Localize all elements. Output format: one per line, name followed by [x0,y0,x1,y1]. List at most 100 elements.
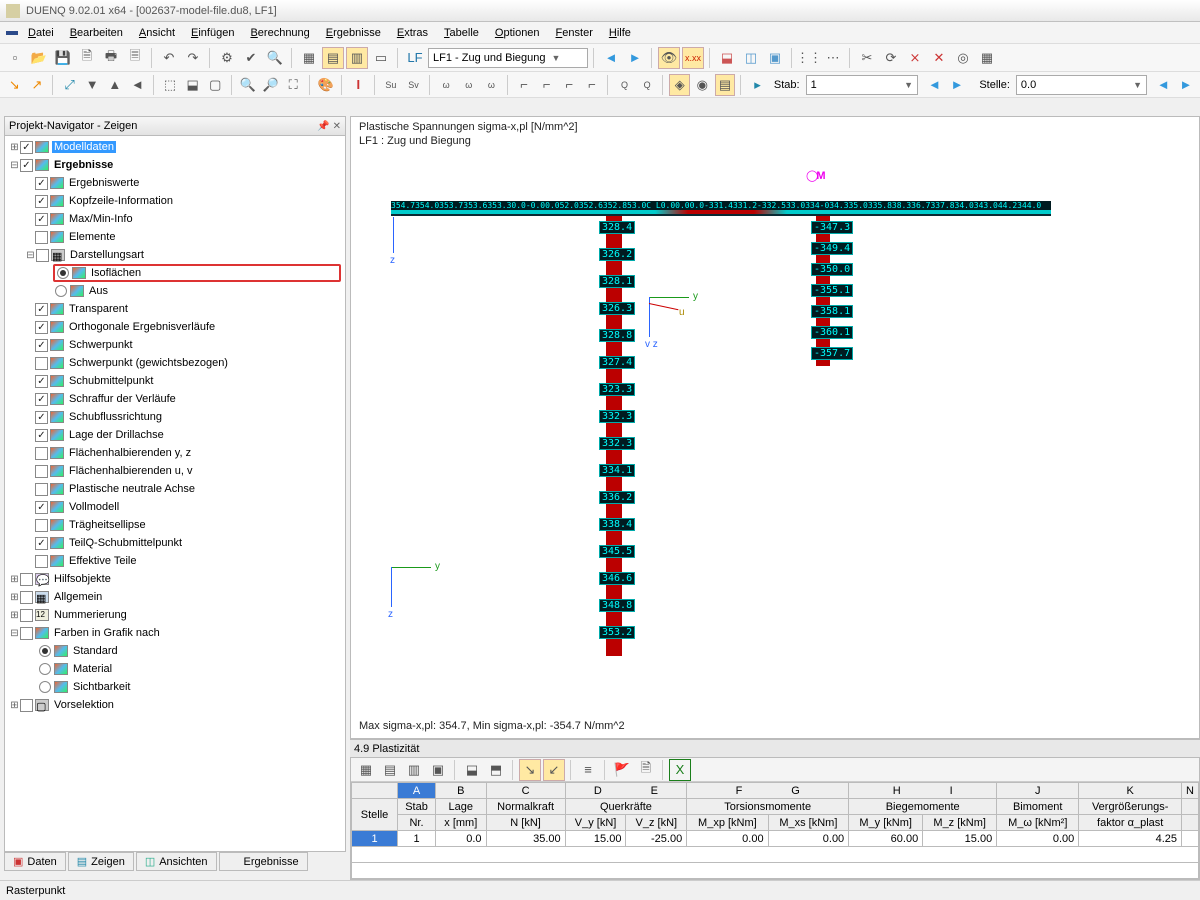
tree-allgemein[interactable]: ⊞ ▦ Allgemein [5,588,345,606]
tree-item[interactable]: TeilQ-Schubmittelpunkt [5,534,345,552]
tree-farben-opt[interactable]: Sichtbarkeit [5,678,345,696]
menu-bearbeiten[interactable]: Bearbeiten [64,25,129,41]
tree-item[interactable]: Transparent [5,300,345,318]
panel-icon[interactable]: ▭ [370,47,392,69]
new-icon[interactable]: ▫ [4,47,26,69]
section-icon[interactable]: I [348,74,369,96]
tree-item[interactable]: Plastische neutrale Achse [5,480,345,498]
menu-fenster[interactable]: Fenster [550,25,599,41]
tree-item[interactable]: Isoflächen [53,264,341,282]
ftab-zeigen[interactable]: ▤Zeigen [68,852,134,871]
tree-item[interactable]: Flächenhalbierenden u, v [5,462,345,480]
menu-ergebnisse[interactable]: Ergebnisse [320,25,387,41]
tree-item[interactable]: Orthogonale Ergebnisverläufe [5,318,345,336]
v3-icon[interactable]: ⤢ [59,74,80,96]
tool-e-icon[interactable]: ◎ [952,47,974,69]
tool-b-icon[interactable]: ⟳ [880,47,902,69]
tt6-icon[interactable]: ⬒ [485,759,507,781]
grid2-icon[interactable]: ⋯ [822,47,844,69]
menu-datei[interactable]: Datei [22,25,60,41]
tree-farben-opt[interactable]: Standard [5,642,345,660]
lf-icon[interactable]: LF [404,47,426,69]
tt4-icon[interactable]: ▣ [427,759,449,781]
opt2-icon[interactable]: ◉ [692,74,713,96]
tree-item[interactable]: Effektive Teile [5,552,345,570]
q1-icon[interactable]: Q [614,74,635,96]
tt8-icon[interactable]: ↙ [543,759,565,781]
tt5-icon[interactable]: ⬓ [461,759,483,781]
w3-icon[interactable]: ω [481,74,502,96]
tt7-icon[interactable]: ↘ [519,759,541,781]
grid1-icon[interactable]: ⋮⋮ [798,47,820,69]
app-menu-icon[interactable] [6,31,18,35]
tt10-icon[interactable]: 🚩 [611,759,633,781]
r4-icon[interactable]: ⌐ [582,74,603,96]
r2-icon[interactable]: ⌐ [536,74,557,96]
tree-item[interactable]: Schwerpunkt [5,336,345,354]
v9-icon[interactable]: ▢ [205,74,226,96]
tree-item[interactable]: Max/Min-Info [5,210,345,228]
tb1-icon[interactable]: ⬓ [716,47,738,69]
print-icon[interactable]: 🖶 [100,47,122,69]
tree-item[interactable]: Aus [5,282,345,300]
v8-icon[interactable]: ⬓ [182,74,203,96]
canvas[interactable]: Plastische Spannungen sigma-x,pl [N/mm^2… [350,116,1200,739]
v2-icon[interactable]: ↗ [27,74,48,96]
calc-icon[interactable]: ⚙ [216,47,238,69]
undo-icon[interactable]: ↶ [158,47,180,69]
tt3-icon[interactable]: ▥ [403,759,425,781]
ftab-ergebnisse[interactable]: Ergebnisse [219,852,308,871]
tree-item[interactable]: Schubflussrichtung [5,408,345,426]
v1-icon[interactable]: ↘ [4,74,25,96]
tree-item[interactable]: Trägheitsellipse [5,516,345,534]
check-icon[interactable]: ✔ [240,47,262,69]
tree-item[interactable]: Ergebniswerte [5,174,345,192]
zoom-w-icon[interactable]: 🔎 [260,74,281,96]
opt3-icon[interactable]: ▤ [715,74,736,96]
tree-item[interactable]: Kopfzeile-Information [5,192,345,210]
excel-icon[interactable]: X [669,759,691,781]
stab-next-icon[interactable]: ► [947,74,968,96]
stelle-prev-icon[interactable]: ◄ [1153,74,1174,96]
nav-icon[interactable]: ▤ [322,47,344,69]
v5-icon[interactable]: ▲ [105,74,126,96]
menu-ansicht[interactable]: Ansicht [133,25,181,41]
stab-prev-icon[interactable]: ◄ [924,74,945,96]
pin-icon[interactable]: 📌 ✕ [317,121,341,132]
menu-berechnung[interactable]: Berechnung [244,25,315,41]
menu-optionen[interactable]: Optionen [489,25,546,41]
menu-hilfe[interactable]: Hilfe [603,25,637,41]
stab-combo[interactable]: 1▼ [806,75,918,95]
tool-f-icon[interactable]: ▦ [976,47,998,69]
table-row[interactable]: 1 1 0.0 35.00 15.00 -25.00 0.00 0.00 60.… [352,831,1199,847]
tree-item[interactable]: Vollmodell [5,498,345,516]
stelle-next-icon[interactable]: ► [1176,74,1197,96]
tt1-icon[interactable]: ▦ [355,759,377,781]
tree-vorselektion[interactable]: ⊞ ▢ Vorselektion [5,696,345,714]
open-icon[interactable]: 📂 [28,47,50,69]
opt1-icon[interactable]: ◈ [669,74,690,96]
tt2-icon[interactable]: ▤ [379,759,401,781]
tree-farben-opt[interactable]: Material [5,660,345,678]
stelle-combo[interactable]: 0.0▼ [1016,75,1147,95]
zoomfit-icon[interactable]: 🔍 [264,47,286,69]
lf-combo[interactable]: LF1 - Zug und Biegung▼ [428,48,588,68]
tree-item[interactable]: Schubmittelpunkt [5,372,345,390]
printprev-icon[interactable]: 🗏 [124,47,146,69]
tb2-icon[interactable]: ◫ [740,47,762,69]
tree-ergebnisse[interactable]: ⊟ Ergebnisse [5,156,345,174]
menu-einfuegen[interactable]: Einfügen [185,25,240,41]
tool-a-icon[interactable]: ✂ [856,47,878,69]
tree-item[interactable]: Elemente [5,228,345,246]
w1-icon[interactable]: ω [436,74,457,96]
w2-icon[interactable]: ω [458,74,479,96]
prev-icon[interactable]: ◄ [600,47,622,69]
redo-icon[interactable]: ↷ [182,47,204,69]
tree-nummerierung[interactable]: ⊞ 12 Nummerierung [5,606,345,624]
tree-item[interactable]: Flächenhalbierenden y, z [5,444,345,462]
v6-icon[interactable]: ◄ [127,74,148,96]
eye-icon[interactable]: 👁 [658,47,680,69]
tt11-icon[interactable]: 🗎 [635,759,657,781]
menu-extras[interactable]: Extras [391,25,434,41]
nav2-icon[interactable]: ▥ [346,47,368,69]
